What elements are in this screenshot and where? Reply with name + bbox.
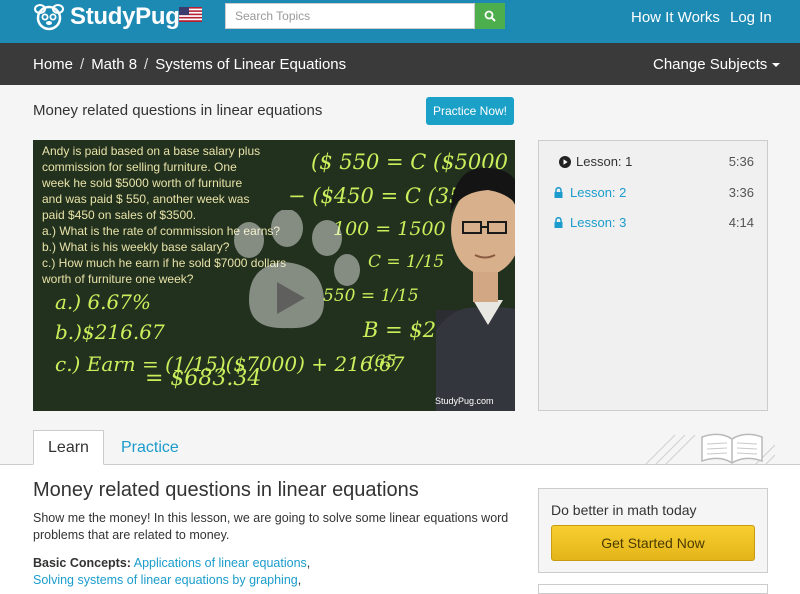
practice-now-button[interactable]: Practice Now! — [426, 97, 514, 125]
play-circle-icon — [559, 156, 571, 168]
basic-concepts: Basic Concepts: Applications of linear e… — [33, 556, 311, 587]
nav-log-in[interactable]: Log In — [730, 9, 772, 26]
lesson-item-1[interactable]: Lesson: 1 5:36 — [539, 146, 767, 176]
cta-title: Do better in math today — [551, 502, 697, 518]
cta-panel: Do better in math today Get Started Now — [538, 488, 768, 573]
open-book-icon — [645, 433, 775, 465]
logo[interactable]: StudyPug — [34, 3, 180, 31]
breadcrumb: Home / Math 8 / Systems of Linear Equati… — [33, 56, 346, 73]
nav-how-it-works[interactable]: How It Works — [631, 9, 720, 26]
basic-concepts-label: Basic Concepts: — [33, 556, 131, 570]
search-icon — [484, 10, 496, 22]
search-button[interactable] — [475, 3, 505, 29]
board-line: week he sold $5000 worth of furniture — [42, 176, 243, 190]
play-button-icon[interactable] — [219, 210, 364, 340]
lesson-item-3[interactable]: Lesson: 3 4:14 — [539, 207, 767, 237]
concept-link[interactable]: Applications of linear equations — [134, 556, 307, 570]
lesson-duration: 5:36 — [728, 154, 754, 169]
content-heading: Money related questions in linear equati… — [33, 479, 419, 501]
handwriting: a.) 6.67% — [55, 290, 151, 314]
lesson-label: Lesson: 1 — [576, 154, 633, 169]
caret-down-icon — [772, 63, 781, 68]
lesson-description: Show me the money! In this lesson, we ar… — [33, 511, 509, 542]
breadcrumb-math-8[interactable]: Math 8 — [91, 56, 137, 73]
top-navbar: StudyPug Search Topics How It Works Log … — [0, 0, 800, 43]
lock-icon — [554, 217, 563, 228]
presenter-image — [436, 167, 515, 411]
breadcrumb-systems[interactable]: Systems of Linear Equations — [155, 56, 346, 73]
breadcrumb-bar: Home / Math 8 / Systems of Linear Equati… — [0, 43, 800, 85]
lesson-title: Money related questions in linear equati… — [33, 102, 323, 119]
lesson-duration: 3:36 — [728, 185, 754, 200]
lock-icon — [554, 187, 563, 198]
search-input[interactable]: Search Topics — [225, 3, 475, 29]
tab-practice[interactable]: Practice — [121, 439, 179, 457]
video-player[interactable]: Andy is paid based on a base salary plus… — [33, 140, 515, 411]
board-line: and was paid $ 550, another week was — [42, 192, 250, 206]
board-line: b.) What is his weekly base salary? — [42, 240, 230, 254]
lesson-duration: 4:14 — [728, 215, 754, 230]
tab-learn[interactable]: Learn — [33, 430, 104, 465]
logo-text: StudyPug — [70, 3, 180, 30]
lesson-list: Lesson: 1 5:36 Lesson: 2 3:36 Lesson: 3 … — [538, 140, 768, 411]
board-line: commission for selling furniture. One — [42, 160, 237, 174]
breadcrumb-separator: / — [80, 56, 85, 73]
breadcrumb-home[interactable]: Home — [33, 56, 73, 73]
pug-logo-icon — [34, 4, 64, 31]
us-flag-icon[interactable] — [179, 7, 202, 22]
secondary-panel — [538, 584, 768, 594]
board-line: worth of furniture one week? — [42, 272, 194, 286]
board-line: Andy is paid based on a base salary plus — [42, 144, 261, 158]
lesson-label: Lesson: 2 — [570, 185, 627, 200]
handwriting: = $683.34 — [145, 366, 262, 391]
concept-link[interactable]: Solving systems of linear equations by g… — [33, 573, 298, 587]
handwriting: b.)$216.67 — [55, 320, 165, 344]
lesson-item-2[interactable]: Lesson: 2 3:36 — [539, 177, 767, 207]
breadcrumb-separator: / — [144, 56, 149, 73]
board-line: paid $450 on sales of $3500. — [42, 208, 197, 222]
video-watermark: StudyPug.com — [435, 396, 494, 406]
change-subjects-dropdown[interactable]: Change Subjects — [653, 56, 781, 73]
get-started-button[interactable]: Get Started Now — [551, 525, 755, 561]
change-subjects-label: Change Subjects — [653, 56, 768, 73]
lesson-label: Lesson: 3 — [570, 215, 627, 230]
